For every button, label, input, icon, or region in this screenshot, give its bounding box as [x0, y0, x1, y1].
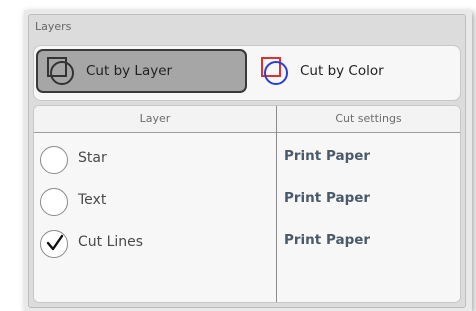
- layer-name: Text: [78, 192, 107, 208]
- table-header: Layer Cut settings: [34, 106, 460, 133]
- layer-table: Layer Cut settings Star Print Paper Text…: [33, 105, 461, 303]
- column-header-cut-settings[interactable]: Cut settings: [277, 112, 460, 125]
- table-row: Star Print Paper: [34, 140, 460, 180]
- color-shapes-icon: [258, 54, 292, 88]
- table-row: Text Print Paper: [34, 182, 460, 222]
- layer-shapes-icon: [44, 54, 78, 88]
- layers-panel: Layers Cut by Layer Cut by Color Layer C…: [28, 14, 466, 308]
- layer-visibility-checkbox[interactable]: [40, 146, 68, 174]
- cut-setting-value[interactable]: Print Paper: [284, 190, 370, 206]
- cut-setting-value[interactable]: Print Paper: [284, 232, 370, 248]
- table-row: Cut Lines Print Paper: [34, 224, 460, 264]
- cut-mode-selector: Cut by Layer Cut by Color: [33, 45, 461, 101]
- cut-by-color-label: Cut by Color: [300, 63, 384, 79]
- cut-by-layer-label: Cut by Layer: [86, 63, 173, 79]
- cut-setting-value[interactable]: Print Paper: [284, 148, 370, 164]
- layer-visibility-checkbox[interactable]: [40, 188, 68, 216]
- layer-visibility-checkbox[interactable]: [40, 230, 68, 258]
- layer-name: Star: [78, 150, 107, 166]
- column-header-layer[interactable]: Layer: [34, 112, 276, 125]
- layer-name: Cut Lines: [78, 234, 144, 250]
- checkmark-icon: [45, 233, 65, 257]
- cut-by-layer-button[interactable]: Cut by Layer: [36, 49, 247, 93]
- cut-by-color-button[interactable]: Cut by Color: [252, 49, 457, 93]
- panel-title: Layers: [35, 20, 72, 33]
